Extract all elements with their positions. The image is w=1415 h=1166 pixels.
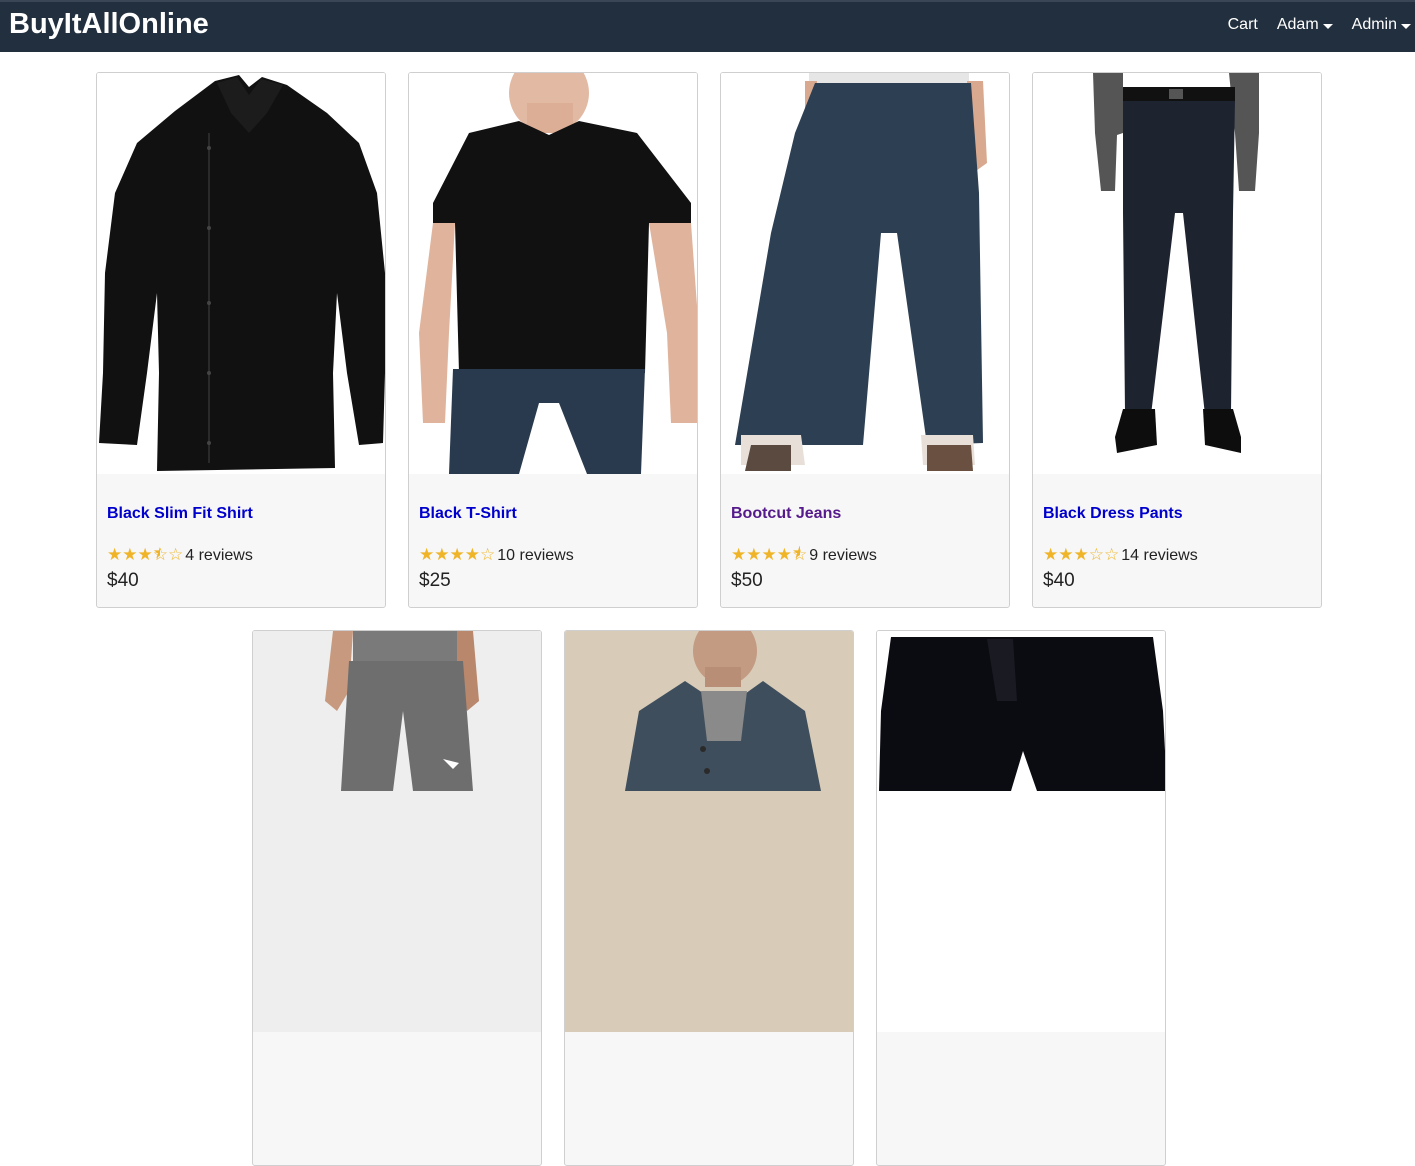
star-rating: ★★★☆☆: [1043, 545, 1120, 565]
product-price: $40: [107, 570, 139, 591]
product-price: $50: [731, 570, 763, 591]
star-full-icon: ★: [1043, 545, 1059, 564]
star-half-icon: ★☆: [152, 545, 168, 564]
brand-logo[interactable]: BuyItAllOnline: [9, 8, 209, 41]
product-image-dress-pants[interactable]: [1033, 73, 1321, 474]
star-rating: ★★★★☆: [419, 545, 496, 565]
reviews-count: 4 reviews: [185, 547, 253, 564]
star-full-icon: ★: [776, 545, 792, 564]
product-card: [564, 630, 854, 1166]
caret-down-icon: [1401, 23, 1411, 29]
product-rating: ★★★★☆☆ 4 reviews: [107, 545, 253, 565]
star-empty-icon: ☆: [1088, 545, 1104, 564]
product-price: $40: [1043, 570, 1075, 591]
star-full-icon: ★: [419, 545, 435, 564]
product-image-shorts[interactable]: [877, 631, 1165, 1032]
admin-dropdown[interactable]: Admin: [1352, 16, 1411, 34]
product-card: [252, 630, 542, 1166]
product-rating: ★★★★☆ 10 reviews: [419, 545, 574, 565]
product-rating: ★★★☆☆ 14 reviews: [1043, 545, 1198, 565]
reviews-count: 14 reviews: [1121, 547, 1198, 564]
cart-label: Cart: [1227, 16, 1258, 33]
star-full-icon: ★: [746, 545, 762, 564]
product-card: Black T-Shirt ★★★★☆ 10 reviews $25: [408, 72, 698, 608]
product-price: $25: [419, 570, 451, 591]
user-dropdown[interactable]: Adam: [1277, 16, 1333, 34]
star-full-icon: ★: [122, 545, 138, 564]
product-rating: ★★★★★☆ 9 reviews: [731, 545, 877, 565]
star-full-icon: ★: [1058, 545, 1074, 564]
product-image-tshirt[interactable]: [409, 73, 697, 474]
star-full-icon: ★: [434, 545, 450, 564]
star-full-icon: ★: [464, 545, 480, 564]
product-card: Black Slim Fit Shirt ★★★★☆☆ 4 reviews $4…: [96, 72, 386, 608]
reviews-count: 9 reviews: [809, 547, 877, 564]
product-image-joggers[interactable]: [253, 631, 541, 1032]
product-card: Black Dress Pants ★★★☆☆ 14 reviews $40: [1032, 72, 1322, 608]
star-full-icon: ★: [1073, 545, 1089, 564]
product-image-shirt[interactable]: [97, 73, 385, 474]
product-name-link[interactable]: Bootcut Jeans: [731, 505, 841, 523]
star-full-icon: ★: [107, 545, 123, 564]
star-empty-icon: ☆: [480, 545, 496, 564]
reviews-count: 10 reviews: [497, 547, 574, 564]
product-name-link[interactable]: Black Slim Fit Shirt: [107, 505, 253, 523]
product-name-link[interactable]: Black T-Shirt: [419, 505, 517, 523]
star-full-icon: ★: [761, 545, 777, 564]
product-card: Bootcut Jeans ★★★★★☆ 9 reviews $50: [720, 72, 1010, 608]
star-rating: ★★★★★☆: [731, 545, 808, 565]
product-image-cardigan[interactable]: [565, 631, 853, 1032]
caret-down-icon: [1322, 23, 1333, 29]
nav-menu: Cart Adam Admin: [1209, 16, 1411, 34]
user-label: Adam: [1276, 16, 1319, 33]
star-empty-icon: ☆: [1104, 545, 1120, 564]
cart-link[interactable]: Cart: [1228, 16, 1258, 34]
star-empty-icon: ☆: [168, 545, 184, 564]
star-half-icon: ★☆: [792, 545, 808, 564]
product-image-jeans[interactable]: [721, 73, 1009, 474]
star-full-icon: ★: [731, 545, 747, 564]
star-full-icon: ★: [137, 545, 153, 564]
top-navbar: BuyItAllOnline Cart Adam Admin: [0, 0, 1415, 52]
admin-label: Admin: [1351, 16, 1397, 33]
star-rating: ★★★★☆☆: [107, 545, 184, 565]
product-card: [876, 630, 1166, 1166]
star-full-icon: ★: [449, 545, 465, 564]
product-name-link[interactable]: Black Dress Pants: [1043, 505, 1183, 523]
